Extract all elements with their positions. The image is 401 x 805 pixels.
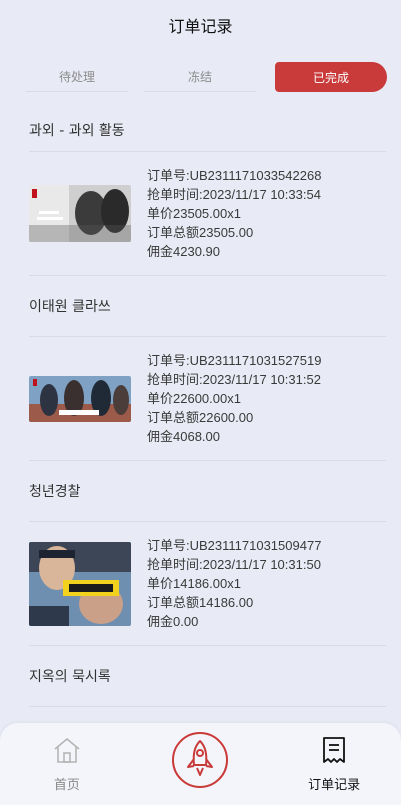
order-item[interactable]: 订单号:UB2311171031527519 抢单时间:2023/11/17 1… xyxy=(29,337,386,461)
order-commission: 佣金0.00 xyxy=(147,614,199,629)
document-icon xyxy=(322,736,346,768)
bottom-nav: 首页 订单记录 xyxy=(0,723,401,805)
order-status-tabs: 待处理 冻结 已完成 xyxy=(26,62,387,92)
section-title-text: 청년경찰 xyxy=(29,484,81,500)
tab-completed[interactable]: 已完成 xyxy=(275,62,387,92)
order-info: 订单号:UB2311171031509477 抢单时间:2023/11/17 1… xyxy=(147,536,321,631)
section-title: 청년경찰 xyxy=(29,461,386,522)
order-info: 订单号:UB2311171031527519 抢单时间:2023/11/17 1… xyxy=(147,351,321,446)
nav-orders[interactable]: 订单记录 xyxy=(284,736,384,793)
movie-thumbnail xyxy=(29,375,131,422)
tab-frozen[interactable]: 冻结 xyxy=(144,62,256,92)
page-header: 订单记录 xyxy=(0,0,401,50)
section-title: 지옥의 묵시록 xyxy=(29,646,386,707)
order-time: 抢单时间:2023/11/17 10:31:52 xyxy=(147,372,321,387)
order-time: 抢单时间:2023/11/17 10:33:54 xyxy=(147,187,321,202)
order-unit-price: 单价14186.00x1 xyxy=(147,576,241,591)
order-commission: 佣金4068.00 xyxy=(147,429,220,444)
tab-label: 冻结 xyxy=(187,70,212,84)
order-unit-price: 单价22600.00x1 xyxy=(147,391,241,406)
order-number: 订单号:UB2311171031509477 xyxy=(147,538,322,553)
order-total: 订单总额22600.00 xyxy=(147,410,254,425)
nav-home-label: 首页 xyxy=(53,777,80,793)
order-list: 과외 - 과외 활동 订单号:UB2311171033542268 抢单时间:2… xyxy=(29,108,386,707)
order-commission: 佣金4230.90 xyxy=(147,244,220,259)
nav-center[interactable] xyxy=(150,732,250,788)
order-total: 订单总额23505.00 xyxy=(147,225,254,240)
rocket-button[interactable] xyxy=(172,732,229,788)
order-unit-price: 单价23505.00x1 xyxy=(147,206,241,221)
rocket-icon xyxy=(185,739,215,781)
order-time: 抢单时间:2023/11/17 10:31:50 xyxy=(147,557,321,572)
home-icon xyxy=(52,736,82,768)
page-title: 订单记录 xyxy=(168,17,233,36)
tab-pending[interactable]: 待处理 xyxy=(26,62,128,92)
order-item[interactable]: 订单号:UB2311171031509477 抢单时间:2023/11/17 1… xyxy=(29,522,386,646)
order-number: 订单号:UB2311171031527519 xyxy=(147,353,322,368)
tab-label: 待处理 xyxy=(58,70,95,84)
nav-home[interactable]: 首页 xyxy=(17,736,117,793)
section-title-text: 이태원 클라쓰 xyxy=(29,299,111,315)
movie-thumbnail xyxy=(29,185,131,242)
section-title-text: 지옥의 묵시록 xyxy=(29,669,111,685)
section-title: 이태원 클라쓰 xyxy=(29,276,386,337)
section-title: 과외 - 과외 활동 xyxy=(29,108,386,152)
tab-label: 已完成 xyxy=(312,70,349,85)
order-info: 订单号:UB2311171033542268 抢单时间:2023/11/17 1… xyxy=(147,166,321,261)
order-number: 订单号:UB2311171033542268 xyxy=(147,168,322,183)
order-total: 订单总额14186.00 xyxy=(147,595,254,610)
movie-thumbnail xyxy=(29,541,131,626)
order-item[interactable]: 订单号:UB2311171033542268 抢单时间:2023/11/17 1… xyxy=(29,152,386,276)
section-title-text: 과외 - 과외 활동 xyxy=(29,122,125,139)
nav-orders-label: 订单记录 xyxy=(308,777,361,793)
